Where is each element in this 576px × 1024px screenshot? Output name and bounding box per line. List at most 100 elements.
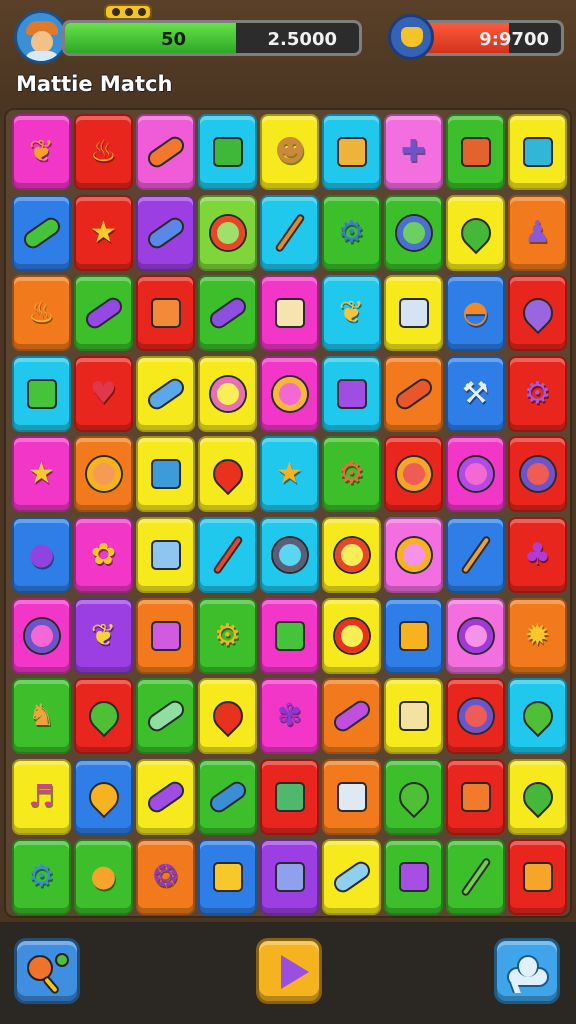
game-tile[interactable] [446, 194, 505, 271]
game-tile[interactable] [136, 436, 195, 513]
game-tile[interactable]: ● [74, 839, 133, 916]
game-tile[interactable] [198, 678, 257, 755]
game-tile[interactable]: ♨ [12, 275, 71, 352]
game-tile[interactable] [384, 597, 443, 674]
game-tile[interactable]: ★ [260, 436, 319, 513]
cloud-button[interactable] [494, 938, 560, 1004]
game-tile[interactable]: ● [12, 517, 71, 593]
capsule-icon [143, 374, 188, 413]
star-icon: ★ [90, 214, 117, 250]
potion-icon: ● [28, 537, 55, 572]
game-tile[interactable]: ★ [12, 436, 71, 513]
game-tile[interactable]: ❦ [12, 114, 71, 190]
game-tile[interactable] [12, 355, 71, 432]
game-tile[interactable] [198, 839, 257, 916]
game-tile[interactable] [446, 758, 505, 835]
game-tile[interactable] [74, 436, 133, 513]
game-tile[interactable] [384, 275, 443, 352]
game-tile[interactable] [12, 597, 71, 674]
game-tile[interactable] [136, 517, 195, 593]
game-tile[interactable] [322, 678, 381, 755]
game-tile[interactable] [322, 839, 381, 916]
game-tile[interactable] [260, 597, 319, 674]
game-tile[interactable] [260, 517, 319, 593]
game-tile[interactable]: ✚ [384, 114, 443, 190]
game-tile[interactable]: ♥ [74, 355, 133, 432]
game-tile[interactable] [322, 355, 381, 432]
game-tile[interactable] [384, 517, 443, 593]
game-tile[interactable] [260, 839, 319, 916]
avatar[interactable] [14, 10, 68, 64]
game-tile[interactable] [446, 517, 505, 593]
game-tile[interactable]: ☻ [260, 114, 319, 190]
game-tile[interactable] [136, 678, 195, 755]
game-tile[interactable]: ♨ [74, 114, 133, 190]
game-tile[interactable] [136, 275, 195, 352]
game-tile[interactable] [198, 355, 257, 432]
game-tile[interactable]: ❦ [322, 275, 381, 352]
game-tile[interactable] [74, 758, 133, 835]
game-tile[interactable]: ⚙ [322, 194, 381, 271]
game-tile[interactable] [384, 355, 443, 432]
game-tile[interactable] [384, 194, 443, 271]
game-tile[interactable]: ◓ [446, 275, 505, 352]
game-tile[interactable] [446, 678, 505, 755]
game-tile[interactable] [136, 597, 195, 674]
gem-icon [274, 862, 305, 893]
game-tile[interactable] [136, 758, 195, 835]
game-tile[interactable] [446, 114, 505, 190]
game-tile[interactable] [260, 275, 319, 352]
game-tile[interactable] [322, 597, 381, 674]
game-tile[interactable]: ♞ [12, 678, 71, 755]
game-tile[interactable] [322, 758, 381, 835]
game-tile[interactable] [384, 839, 443, 916]
game-tile[interactable]: ⚙ [508, 355, 567, 432]
game-tile[interactable]: ⚙ [12, 839, 71, 916]
game-tile[interactable] [322, 517, 381, 593]
game-tile[interactable]: ⚒ [446, 355, 505, 432]
game-tile[interactable] [198, 114, 257, 190]
game-tile[interactable] [136, 114, 195, 190]
game-tile[interactable] [508, 839, 567, 916]
game-tile[interactable] [260, 758, 319, 835]
game-tile[interactable] [384, 436, 443, 513]
game-tile[interactable]: ✿ [74, 517, 133, 593]
game-tile[interactable] [322, 114, 381, 190]
game-tile[interactable] [446, 597, 505, 674]
game-tile[interactable]: ♣ [508, 517, 567, 593]
game-tile[interactable]: ✹ [508, 597, 567, 674]
game-tile[interactable] [508, 678, 567, 755]
game-tile[interactable]: ♬ [12, 758, 71, 835]
game-tile[interactable] [198, 436, 257, 513]
game-tile[interactable]: ❂ [136, 839, 195, 916]
note-icon [398, 701, 429, 732]
game-tile[interactable]: ❦ [74, 597, 133, 674]
game-tile[interactable] [508, 275, 567, 352]
game-tile[interactable] [74, 275, 133, 352]
game-tile[interactable]: ⚙ [322, 436, 381, 513]
game-tile[interactable] [198, 275, 257, 352]
game-tile[interactable] [446, 839, 505, 916]
game-tile[interactable] [136, 355, 195, 432]
play-button[interactable] [256, 938, 322, 1004]
game-tile[interactable] [260, 194, 319, 271]
game-tile[interactable]: ★ [74, 194, 133, 271]
game-tile[interactable]: ♟ [508, 194, 567, 271]
game-tile[interactable]: ✾ [260, 678, 319, 755]
game-tile[interactable] [198, 758, 257, 835]
game-tile[interactable] [384, 758, 443, 835]
game-tile[interactable] [508, 758, 567, 835]
game-tile[interactable] [198, 517, 257, 593]
game-tile[interactable] [508, 436, 567, 513]
game-tile[interactable] [446, 436, 505, 513]
game-tile[interactable] [74, 678, 133, 755]
game-tile[interactable]: ⚙ [198, 597, 257, 674]
hint-button[interactable] [14, 938, 80, 1004]
game-tile[interactable] [136, 194, 195, 271]
game-tile[interactable] [198, 194, 257, 271]
game-tile[interactable] [12, 194, 71, 271]
game-tile[interactable] [508, 114, 567, 190]
lens-icon [272, 538, 307, 572]
game-tile[interactable] [384, 678, 443, 755]
game-tile[interactable] [260, 355, 319, 432]
